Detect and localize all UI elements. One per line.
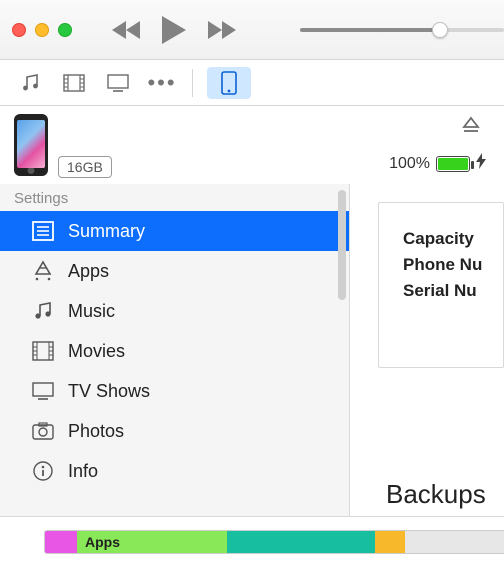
sidebar-scrollbar[interactable] — [338, 190, 346, 300]
storage-segment-pink — [45, 531, 77, 553]
music-icon — [32, 300, 54, 322]
content-pane: Capacity Phone Nu Serial Nu Backups — [350, 184, 504, 516]
storage-segment-teal — [227, 531, 375, 553]
tab-movies[interactable] — [54, 67, 94, 99]
sidebar-item-info[interactable]: Info — [0, 451, 349, 491]
eject-button[interactable] — [462, 116, 480, 139]
storage-segment-yellow — [375, 531, 405, 553]
tab-music[interactable] — [10, 67, 50, 99]
tab-tv-shows[interactable] — [98, 67, 138, 99]
window-controls — [12, 23, 72, 37]
capacity-badge: 16GB — [58, 156, 112, 178]
sidebar-item-summary[interactable]: Summary — [0, 211, 349, 251]
info-icon — [32, 460, 54, 482]
storage-bar-row: Apps — [0, 516, 504, 566]
serial-number-label: Serial Nu — [403, 281, 503, 301]
sidebar-item-label: Apps — [68, 261, 109, 282]
window-zoom-button[interactable] — [58, 23, 72, 37]
charging-icon — [476, 153, 486, 174]
sidebar-item-label: Info — [68, 461, 98, 482]
sidebar-item-movies[interactable]: Movies — [0, 331, 349, 371]
sidebar-item-label: TV Shows — [68, 381, 150, 402]
tab-more[interactable]: ••• — [142, 67, 182, 99]
window-close-button[interactable] — [12, 23, 26, 37]
photos-icon — [32, 420, 54, 442]
movies-icon — [32, 340, 54, 362]
sidebar-item-label: Music — [68, 301, 115, 322]
window-titlebar — [0, 0, 504, 60]
capacity-label: Capacity — [403, 229, 503, 249]
device-thumbnail — [14, 114, 48, 176]
window-minimize-button[interactable] — [35, 23, 49, 37]
storage-segment-apps: Apps — [77, 531, 227, 553]
sidebar-item-label: Movies — [68, 341, 125, 362]
battery-status: 100% — [389, 153, 486, 174]
storage-segment-free — [405, 531, 504, 553]
sidebar-item-label: Photos — [68, 421, 124, 442]
apps-icon — [32, 260, 54, 282]
sidebar-item-music[interactable]: Music — [0, 291, 349, 331]
summary-icon — [32, 220, 54, 242]
tv-icon — [32, 380, 54, 402]
library-tabs: ••• — [0, 60, 504, 106]
playback-controls — [112, 15, 236, 45]
sidebar-section-label: Settings — [0, 184, 349, 211]
device-header: 16GB 100% — [0, 106, 504, 184]
previous-track-icon[interactable] — [112, 19, 142, 41]
sidebar-item-apps[interactable]: Apps — [0, 251, 349, 291]
battery-percent-label: 100% — [389, 155, 430, 173]
battery-icon — [436, 156, 470, 172]
phone-number-label: Phone Nu — [403, 255, 503, 275]
play-icon[interactable] — [160, 15, 188, 45]
device-button[interactable] — [207, 67, 251, 99]
toolbar-separator — [192, 69, 193, 97]
sidebar-item-label: Summary — [68, 221, 145, 242]
storage-bar[interactable]: Apps — [44, 530, 504, 554]
backups-heading: Backups — [386, 479, 486, 510]
volume-slider[interactable] — [300, 22, 504, 38]
storage-segment-label: Apps — [85, 534, 120, 550]
ellipsis-icon: ••• — [147, 70, 176, 96]
sidebar-item-tv-shows[interactable]: TV Shows — [0, 371, 349, 411]
settings-sidebar: Settings Summary Apps Music Movies TV Sh… — [0, 184, 350, 516]
sidebar-item-photos[interactable]: Photos — [0, 411, 349, 451]
next-track-icon[interactable] — [206, 19, 236, 41]
device-info-box: Capacity Phone Nu Serial Nu — [378, 202, 504, 368]
